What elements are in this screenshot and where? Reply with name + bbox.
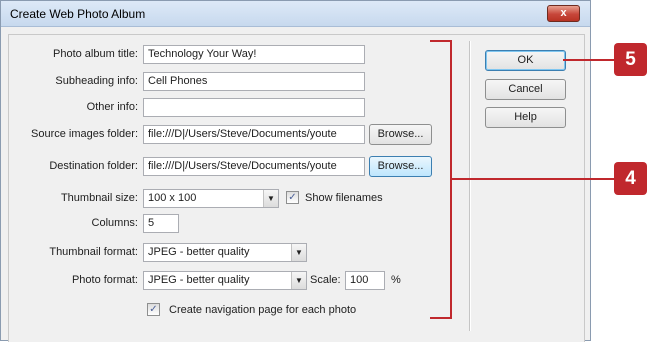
title-bar: Create Web Photo Album x [1, 1, 590, 27]
step-4-badge: 4 [614, 162, 647, 195]
create-web-photo-album-dialog: Create Web Photo Album x Photo album tit… [0, 0, 591, 342]
photo-album-title-label: Photo album title: [53, 48, 138, 60]
photo-format-label: Photo format: [71, 274, 138, 286]
chevron-down-icon: ▼ [291, 244, 306, 261]
cancel-button[interactable]: Cancel [485, 79, 566, 100]
photo-format-select[interactable]: JPEG - better quality ▼ [143, 271, 307, 290]
columns-label: Columns: [91, 217, 138, 229]
chevron-down-icon: ▼ [263, 190, 278, 207]
destination-folder-input[interactable]: file:///D|/Users/Steve/Documents/youte [143, 157, 365, 176]
create-nav-page-label: Create navigation page for each photo [169, 304, 357, 316]
other-info-label: Other info: [86, 101, 138, 113]
thumbnail-size-value: 100 x 100 [148, 192, 197, 204]
show-filenames-checkbox[interactable]: ✓ [286, 191, 299, 204]
callout-bracket [430, 40, 452, 319]
source-images-folder-label: Source images folder: [31, 128, 138, 140]
destination-browse-button[interactable]: Browse... [369, 156, 432, 177]
photo-format-value: JPEG - better quality [148, 274, 250, 286]
create-nav-page-checkbox[interactable]: ✓ [147, 303, 160, 316]
chevron-down-icon: ▼ [291, 272, 306, 289]
thumbnail-format-value: JPEG - better quality [148, 246, 250, 258]
help-button[interactable]: Help [485, 107, 566, 128]
subheading-info-label: Subheading info: [55, 75, 138, 87]
subheading-info-input[interactable]: Cell Phones [143, 72, 365, 91]
scale-label: Scale: [310, 274, 341, 286]
thumbnail-size-select[interactable]: 100 x 100 ▼ [143, 189, 279, 208]
vertical-separator [469, 41, 471, 331]
source-browse-button[interactable]: Browse... [369, 124, 432, 145]
thumbnail-size-label: Thumbnail size: [60, 192, 138, 204]
callout-line-5 [563, 59, 615, 61]
columns-input[interactable]: 5 [143, 214, 179, 233]
other-info-input[interactable] [143, 98, 365, 117]
scale-unit: % [391, 274, 401, 286]
ok-button[interactable]: OK [485, 50, 566, 71]
photo-album-title-input[interactable]: Technology Your Way! [143, 45, 365, 64]
scale-input[interactable]: 100 [345, 271, 385, 290]
destination-folder-label: Destination folder: [49, 160, 138, 172]
step-5-badge: 5 [614, 43, 647, 76]
window-title: Create Web Photo Album [10, 7, 146, 21]
close-button[interactable]: x [547, 5, 580, 22]
show-filenames-label: Show filenames [305, 192, 383, 204]
callout-line-4 [452, 178, 614, 180]
source-images-folder-input[interactable]: file:///D|/Users/Steve/Documents/youte [143, 125, 365, 144]
thumbnail-format-select[interactable]: JPEG - better quality ▼ [143, 243, 307, 262]
thumbnail-format-label: Thumbnail format: [49, 246, 138, 258]
